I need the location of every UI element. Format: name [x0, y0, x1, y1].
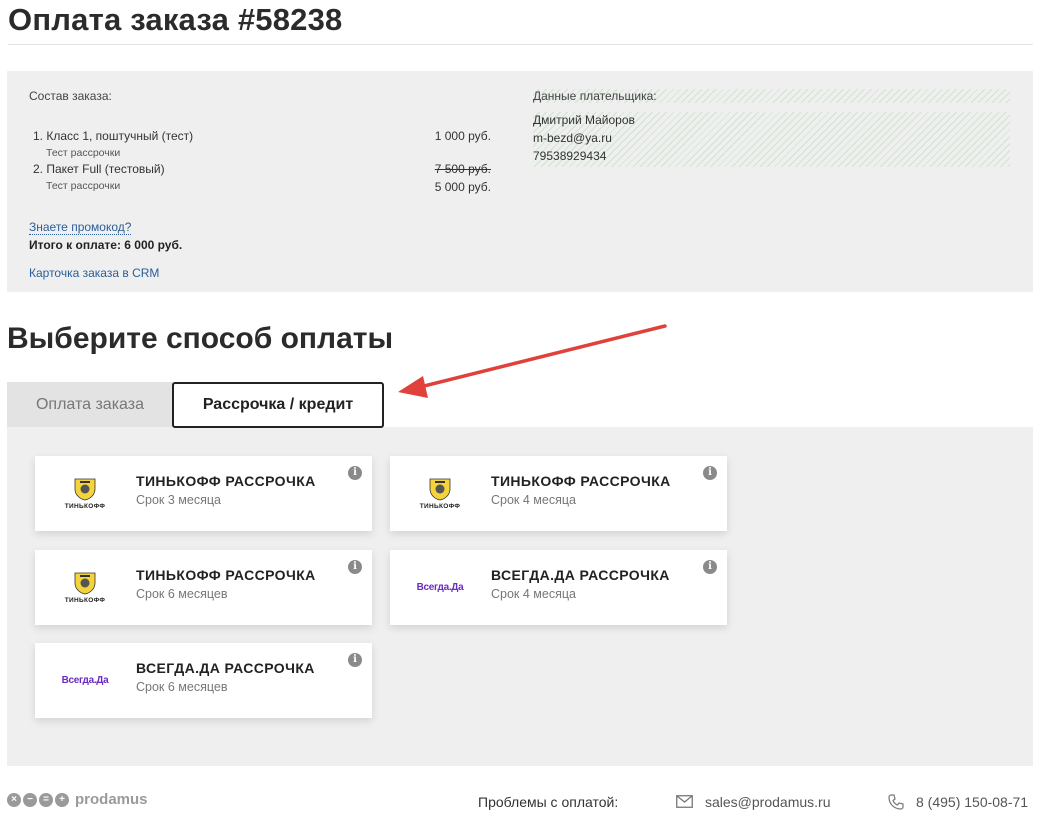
order-total: Итого к оплате: 6 000 руб. — [29, 238, 183, 252]
installment-options-panel: ТИНЬКОФФ ТИНЬКОФФ РАССРОЧКА Срок 3 месяц… — [7, 427, 1033, 766]
arrow-head-icon — [398, 376, 428, 398]
tinkoff-shield-icon — [429, 478, 451, 500]
vsegda-da-logo: Всегда.Да — [410, 562, 470, 612]
payment-method-title: Выберите способ оплаты — [7, 322, 394, 355]
payment-option-card[interactable]: ТИНЬКОФФ ТИНЬКОФФ РАССРОЧКА Срок 3 месяц… — [35, 456, 372, 531]
payment-option-card[interactable]: Всегда.Да ВСЕГДА.ДА РАССРОЧКА Срок 6 мес… — [35, 643, 372, 718]
info-icon[interactable]: i — [348, 466, 362, 480]
tinkoff-logo-text: ТИНЬКОФФ — [64, 596, 106, 604]
equals-circle-icon: = — [39, 792, 53, 807]
tinkoff-logo: ТИНЬКОФФ — [410, 468, 470, 518]
option-term: Срок 4 месяца — [491, 587, 576, 601]
tab-order-payment[interactable]: Оплата заказа — [7, 382, 173, 428]
prodamus-logo: × − = + prodamus — [7, 791, 148, 808]
support-phone-link[interactable]: 8 (495) 150-08-71 — [916, 794, 1028, 810]
tinkoff-logo-text: ТИНЬКОФФ — [64, 502, 106, 510]
order-item-price: 1 000 руб. — [434, 129, 491, 143]
order-item-name: 2. Пакет Full (тестовый) — [33, 162, 165, 176]
info-icon[interactable]: i — [703, 560, 717, 574]
plus-circle-icon: + — [55, 792, 69, 807]
support-email-link[interactable]: sales@prodamus.ru — [705, 794, 831, 810]
option-title: ВСЕГДА.ДА РАССРОЧКА — [491, 567, 670, 583]
payment-option-card[interactable]: Всегда.Да ВСЕГДА.ДА РАССРОЧКА Срок 4 мес… — [390, 550, 727, 625]
option-title: ВСЕГДА.ДА РАССРОЧКА — [136, 660, 315, 676]
footer-brand-name: prodamus — [75, 791, 148, 808]
payment-problems-label: Проблемы с оплатой: — [478, 794, 619, 810]
option-term: Срок 6 месяцев — [136, 587, 228, 601]
vsegda-da-logo: Всегда.Да — [55, 655, 115, 705]
payer-label: Данные плательщика: — [533, 89, 657, 103]
option-term: Срок 4 месяца — [491, 493, 576, 507]
order-item: 2. Пакет Full (тестовый) 7 500 руб. Тест… — [33, 162, 491, 196]
vsegda-da-logo-text: Всегда.Да — [61, 674, 109, 686]
tinkoff-logo-text: ТИНЬКОФФ — [419, 502, 461, 510]
info-icon[interactable]: i — [703, 466, 717, 480]
payer-email: m-bezd@ya.ru — [533, 131, 612, 145]
order-item-name: 1. Класс 1, поштучный (тест) — [33, 129, 194, 143]
payer-name: Дмитрий Майоров — [533, 113, 635, 127]
payment-option-card[interactable]: ТИНЬКОФФ ТИНЬКОФФ РАССРОЧКА Срок 4 месяц… — [390, 456, 727, 531]
option-title: ТИНЬКОФФ РАССРОЧКА — [136, 567, 316, 583]
option-term: Срок 3 месяца — [136, 493, 221, 507]
info-icon[interactable]: i — [348, 560, 362, 574]
order-summary-panel: Состав заказа: 1. Класс 1, поштучный (те… — [7, 71, 1033, 292]
title-divider — [8, 44, 1033, 45]
info-icon[interactable]: i — [348, 653, 362, 667]
crm-order-card-link[interactable]: Карточка заказа в CRM — [29, 266, 159, 280]
tinkoff-shield-icon — [74, 572, 96, 594]
page-title: Оплата заказа #58238 — [8, 2, 343, 37]
mail-icon — [676, 795, 693, 808]
promo-code-link[interactable]: Знаете промокод? — [29, 220, 132, 235]
option-term: Срок 6 месяцев — [136, 680, 228, 694]
payer-phone: 79538929434 — [533, 149, 607, 163]
vsegda-da-logo-text: Всегда.Да — [416, 581, 464, 593]
phone-icon — [888, 794, 904, 810]
order-item-note: Тест рассрочки — [46, 180, 121, 192]
order-item: 1. Класс 1, поштучный (тест) 1 000 руб. … — [33, 129, 491, 161]
order-composition-label: Состав заказа: — [29, 89, 112, 103]
order-item-note: Тест рассрочки — [46, 147, 121, 159]
payment-option-card[interactable]: ТИНЬКОФФ ТИНЬКОФФ РАССРОЧКА Срок 6 месяц… — [35, 550, 372, 625]
tinkoff-logo: ТИНЬКОФФ — [55, 468, 115, 518]
option-title: ТИНЬКОФФ РАССРОЧКА — [491, 473, 671, 489]
order-item-old-price: 7 500 руб. — [434, 162, 491, 176]
tinkoff-shield-icon — [74, 478, 96, 500]
option-title: ТИНЬКОФФ РАССРОЧКА — [136, 473, 316, 489]
tab-installment-credit[interactable]: Рассрочка / кредит — [172, 382, 384, 428]
close-circle-icon: × — [7, 792, 21, 807]
tinkoff-logo: ТИНЬКОФФ — [55, 562, 115, 612]
order-item-price: 5 000 руб. — [434, 180, 491, 194]
minus-circle-icon: − — [23, 792, 37, 807]
